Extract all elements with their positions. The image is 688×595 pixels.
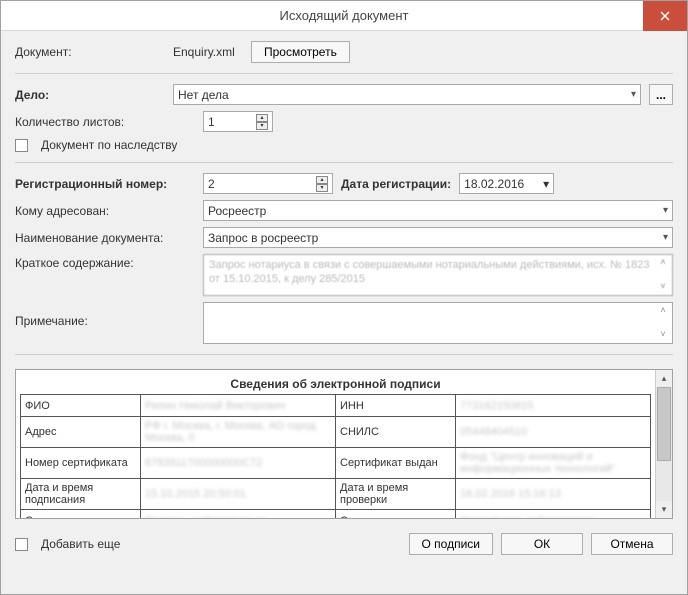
- signature-scrollbar[interactable]: ▴ ▾: [655, 370, 672, 518]
- inherit-label: Документ по наследству: [41, 138, 177, 152]
- document-filename: Enquiry.xml: [173, 45, 243, 59]
- sheets-input[interactable]: 1 ▴▾: [203, 111, 273, 132]
- sig-cell-value: Сертификат действителен: [456, 510, 651, 519]
- summary-label: Краткое содержание:: [15, 254, 195, 270]
- summary-value: Запрос нотариуса в связи с совершаемыми …: [209, 259, 650, 285]
- sig-cell-value: 15.10.2015 20:50:01: [141, 479, 336, 510]
- summary-textarea[interactable]: Запрос нотариуса в связи с совершаемыми …: [203, 254, 673, 296]
- inherit-checkbox[interactable]: [15, 139, 28, 152]
- addressee-label: Кому адресован:: [15, 204, 195, 218]
- ok-button[interactable]: ОК: [501, 533, 583, 555]
- add-more-checkbox[interactable]: [15, 538, 28, 551]
- table-row: Номер сертификата6783911700000000C72Серт…: [21, 448, 651, 479]
- reg-num-input[interactable]: 2 ▴▾: [203, 173, 333, 194]
- reg-date-input[interactable]: 18.02.2016 ▾: [459, 173, 554, 194]
- reg-date-value: 18.02.2016: [464, 177, 524, 191]
- reg-num-label: Регистрационный номер:: [15, 177, 195, 191]
- sig-cell-label: Дата и время подписания: [21, 479, 141, 510]
- summary-row: Краткое содержание: Запрос нотариуса в с…: [15, 254, 673, 296]
- table-row: Статус подписиПодпись действительнаСтату…: [21, 510, 651, 519]
- addressee-value: Росреестр: [208, 204, 266, 218]
- close-button[interactable]: [643, 1, 687, 31]
- case-label: Дело:: [15, 88, 165, 102]
- sig-cell-label: ФИО: [21, 395, 141, 417]
- case-select[interactable]: Нет дела ▾: [173, 84, 641, 105]
- cancel-button[interactable]: Отмена: [591, 533, 673, 555]
- sig-cell-value: 05448404510: [456, 417, 651, 448]
- separator: [15, 73, 673, 74]
- docname-label: Наименование документа:: [15, 231, 195, 245]
- window-title: Исходящий документ: [280, 8, 409, 23]
- reg-date-label: Дата регистрации:: [341, 177, 451, 191]
- docname-select[interactable]: Запрос в росреестр ▾: [203, 227, 673, 248]
- document-label: Документ:: [15, 45, 165, 59]
- sig-cell-label: ИНН: [336, 395, 456, 417]
- sig-cell-value: 6783911700000000C72: [141, 448, 336, 479]
- note-row: Примечание: ˄˅: [15, 302, 673, 344]
- textarea-scroll[interactable]: ˄˅: [656, 257, 670, 293]
- sig-cell-value: Фонд "Центр инноваций и информационных т…: [456, 448, 651, 479]
- sig-cell-label: Адрес: [21, 417, 141, 448]
- docname-row: Наименование документа: Запрос в росреес…: [15, 227, 673, 248]
- case-browse-button[interactable]: ...: [649, 84, 673, 105]
- sig-cell-label: Статус подписи: [21, 510, 141, 519]
- addressee-row: Кому адресован: Росреестр ▾: [15, 200, 673, 221]
- textarea-scroll[interactable]: ˄˅: [656, 305, 670, 341]
- table-row: Дата и время подписания15.10.2015 20:50:…: [21, 479, 651, 510]
- note-label: Примечание:: [15, 302, 195, 328]
- table-row: ФИОРепин Николай ВикторовичИНН7731621508…: [21, 395, 651, 417]
- chevron-down-icon: ▾: [663, 205, 668, 216]
- sig-cell-label: Статус: [336, 510, 456, 519]
- sig-cell-value: Подпись действительна: [141, 510, 336, 519]
- sig-cell-label: Сертификат выдан: [336, 448, 456, 479]
- scroll-up-icon[interactable]: ▴: [656, 370, 672, 387]
- case-value: Нет дела: [178, 88, 229, 102]
- add-more-label: Добавить еще: [41, 537, 120, 551]
- view-button[interactable]: Просмотреть: [251, 41, 350, 63]
- sig-cell-value: Репин Николай Викторович: [141, 395, 336, 417]
- sheets-value: 1: [208, 115, 215, 129]
- chevron-down-icon: ▾: [543, 177, 549, 191]
- sig-cell-value: 773162150815: [456, 395, 651, 417]
- note-textarea[interactable]: ˄˅: [203, 302, 673, 344]
- sig-cell-label: Дата и время проверки: [336, 479, 456, 510]
- chevron-down-icon: ▾: [663, 232, 668, 243]
- footer: Добавить еще О подписи ОК Отмена: [15, 525, 673, 555]
- separator: [15, 354, 673, 355]
- docname-value: Запрос в росреестр: [208, 231, 318, 245]
- document-row: Документ: Enquiry.xml Просмотреть: [15, 41, 673, 63]
- sheets-row: Количество листов: 1 ▴▾: [15, 111, 673, 132]
- sig-cell-value: 18.02.2016 15:16:13: [456, 479, 651, 510]
- reg-num-value: 2: [208, 177, 215, 191]
- table-row: АдресРФ г. Москва, г. Москва, АО город М…: [21, 417, 651, 448]
- case-row: Дело: Нет дела ▾ ...: [15, 84, 673, 105]
- sheets-label: Количество листов:: [15, 115, 195, 129]
- chevron-down-icon: ▾: [631, 89, 636, 100]
- addressee-select[interactable]: Росреестр ▾: [203, 200, 673, 221]
- signature-title: Сведения об электронной подписи: [20, 374, 651, 394]
- reg-row: Регистрационный номер: 2 ▴▾ Дата регистр…: [15, 173, 673, 194]
- separator: [15, 162, 673, 163]
- signature-panel: Сведения об электронной подписи ФИОРепин…: [15, 369, 673, 519]
- titlebar: Исходящий документ: [1, 1, 687, 31]
- sheets-spinner[interactable]: ▴▾: [256, 114, 268, 130]
- inherit-row: Документ по наследству: [15, 138, 673, 152]
- reg-num-spinner[interactable]: ▴▾: [316, 176, 328, 192]
- dialog-body: Документ: Enquiry.xml Просмотреть Дело: …: [1, 31, 687, 594]
- sig-cell-label: Номер сертификата: [21, 448, 141, 479]
- sig-cell-value: РФ г. Москва, г. Москва, АО город Москва…: [141, 417, 336, 448]
- about-signature-button[interactable]: О подписи: [409, 533, 493, 555]
- dialog-window: Исходящий документ Документ: Enquiry.xml…: [0, 0, 688, 595]
- signature-table: ФИОРепин Николай ВикторовичИНН7731621508…: [20, 394, 651, 518]
- sig-cell-label: СНИЛС: [336, 417, 456, 448]
- scroll-down-icon[interactable]: ▾: [656, 501, 672, 518]
